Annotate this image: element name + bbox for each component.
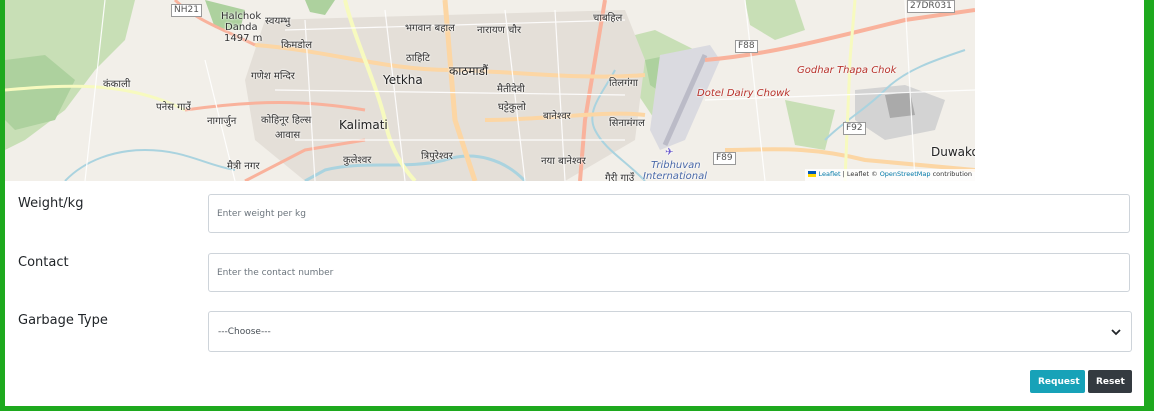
osm-link[interactable]: OpenStreetMap	[880, 170, 931, 178]
map-label-kohinoor: कोहिनूर हिल्स	[261, 115, 312, 126]
contact-label: Contact	[18, 255, 69, 270]
map-label-tilganga: तिलगंगा	[609, 78, 638, 89]
map-label-swayambhu: स्वयम्भु	[265, 16, 291, 27]
map-label-kimdol: किमडोल	[281, 40, 312, 51]
map-label-chabahil: चाबहिल	[593, 13, 623, 24]
map-label-kuleshwor: कुलेश्वर	[343, 155, 372, 166]
attribution-separator: | Leaflet ©	[840, 170, 880, 178]
map-label-duwakot: Duwakot	[931, 145, 975, 159]
request-button[interactable]: Request	[1030, 370, 1085, 393]
map-label-halchok: Halchok	[221, 11, 262, 22]
map-view[interactable]: NH21 Halchok Danda 1497 m स्वयम्भु किमडो…	[5, 0, 975, 181]
airport-icon: ✈	[665, 147, 674, 158]
map-label-nagarjun: नागार्जुन	[207, 116, 237, 127]
map-label-international: International	[643, 171, 707, 181]
map-label-awas: आवास	[275, 130, 301, 141]
map-label-ghattekulo: घट्टेकुलो	[498, 102, 526, 113]
garbage-type-selected: ---Choose---	[218, 326, 271, 337]
map-attribution: Leaflet | Leaflet © OpenStreetMap contri…	[805, 169, 975, 181]
map-label-maitidevi: मैतीदेवी	[497, 84, 525, 95]
map-label-yetkha: Yetkha	[383, 73, 423, 87]
map-label-baneshwor: बानेश्वर	[543, 111, 571, 122]
map-label-nayabaneshwor: नया बानेश्वर	[541, 156, 586, 167]
reset-button[interactable]: Reset	[1088, 370, 1132, 393]
map-label-tribhuvan: Tribhuvan	[651, 160, 701, 171]
attribution-contrib: contribution	[930, 170, 972, 178]
map-label-ganeshmandir: गणेश मन्दिर	[251, 71, 295, 82]
map-label-danda: Danda	[225, 22, 258, 33]
map-label-bhagwanbahal: भगवान बहाल	[405, 23, 455, 34]
map-label-doteldairy: Dotel Dairy Chowk	[697, 88, 791, 99]
leaflet-link[interactable]: Leaflet	[818, 170, 840, 178]
map-label-maitinagar: मैत्री नगर	[227, 161, 260, 172]
map-label-elevation: 1497 m	[224, 33, 263, 44]
map-label-kalimati: Kalimati	[339, 118, 388, 132]
map-label-panchagaun: पनेस गाउँ	[156, 102, 191, 113]
map-label-27dr031: 27DR031	[907, 0, 955, 13]
map-label-f92: F92	[843, 122, 866, 135]
weight-input[interactable]	[208, 194, 1130, 233]
map-label-f88: F88	[735, 40, 758, 53]
map-label-thahiti: ठाहिटि	[406, 53, 430, 64]
map-label-tripureshwor: त्रिपुरेश्वर	[421, 151, 453, 162]
garbage-type-select[interactable]: ---Choose---	[208, 311, 1132, 352]
map-label-kankali: कंकाली	[103, 79, 131, 90]
map-label-kathmandu: काठमाडौं	[449, 64, 489, 78]
contact-input[interactable]	[208, 253, 1130, 292]
map-label-f89: F89	[713, 152, 736, 165]
weight-label: Weight/kg	[18, 196, 84, 211]
map-label-gairigaun: गैरी गाउँ	[605, 173, 635, 181]
garbage-type-label: Garbage Type	[18, 313, 108, 328]
map-label-sinamangal: सिनामंगल	[609, 118, 645, 129]
map-label-godhar: Godhar Thapa Chok	[797, 65, 897, 76]
map-label-narayanchaur: नारायण चौर	[477, 25, 522, 36]
map-label-nh21: NH21	[171, 4, 202, 17]
ukraine-flag-icon	[808, 171, 817, 177]
chevron-down-icon	[1111, 328, 1121, 335]
content-panel: NH21 Halchok Danda 1497 m स्वयम्भु किमडो…	[5, 0, 1144, 406]
